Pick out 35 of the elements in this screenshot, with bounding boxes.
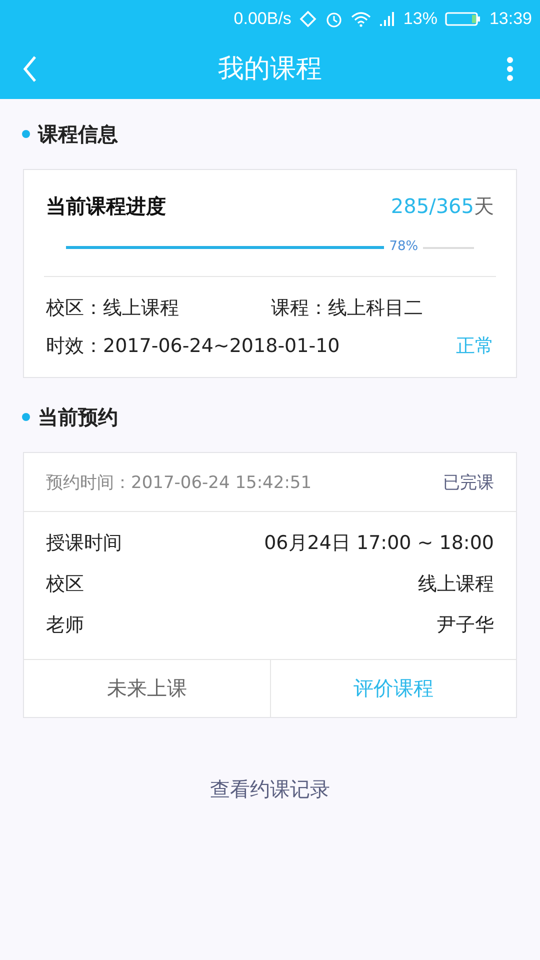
network-speed: 0.00B/s [234,9,292,29]
progress-title: 当前课程进度 [46,192,166,220]
field-value: 2017-06-24~2018-01-10 [103,335,340,357]
field-label: 预约时间： [46,472,131,492]
days-unit: 天 [474,194,494,218]
field-label: 时效： [46,335,103,357]
field-value: 06月24日 17:00 ~ 18:00 [264,530,494,556]
history-link[interactable]: 查看约课记录 [210,776,330,803]
section-heading: 当前预约 [38,404,118,430]
page-title: 我的课程 [218,54,322,84]
field-value: 线上科目二 [328,297,423,319]
section-heading: 课程信息 [38,120,118,148]
wifi-icon [351,11,372,27]
booking-status: 已完课 [443,472,494,494]
days-count: 285/365 [390,194,474,218]
alarm-icon [325,10,344,28]
bullet-icon [22,130,30,138]
back-icon[interactable] [22,54,38,82]
field-label: 授课时间 [46,530,122,556]
booking-time: 2017-06-24 15:42:51 [131,472,312,492]
clock: 13:39 [489,9,532,29]
field-label: 校区： [46,297,103,319]
field-label: 老师 [46,612,84,638]
field-label: 课程： [271,297,328,319]
bullet-icon [22,413,30,421]
field-value: 线上课程 [418,572,494,596]
field-value: 线上课程 [103,297,179,319]
more-icon[interactable] [506,56,514,82]
status-text: 正常 [456,334,494,359]
field-value: 尹子华 [437,612,494,638]
field-label: 校区 [46,572,84,596]
signal-icon [379,11,396,27]
rotation-icon [299,10,318,28]
battery-percent: 13% [403,9,438,29]
battery-icon [445,11,482,27]
